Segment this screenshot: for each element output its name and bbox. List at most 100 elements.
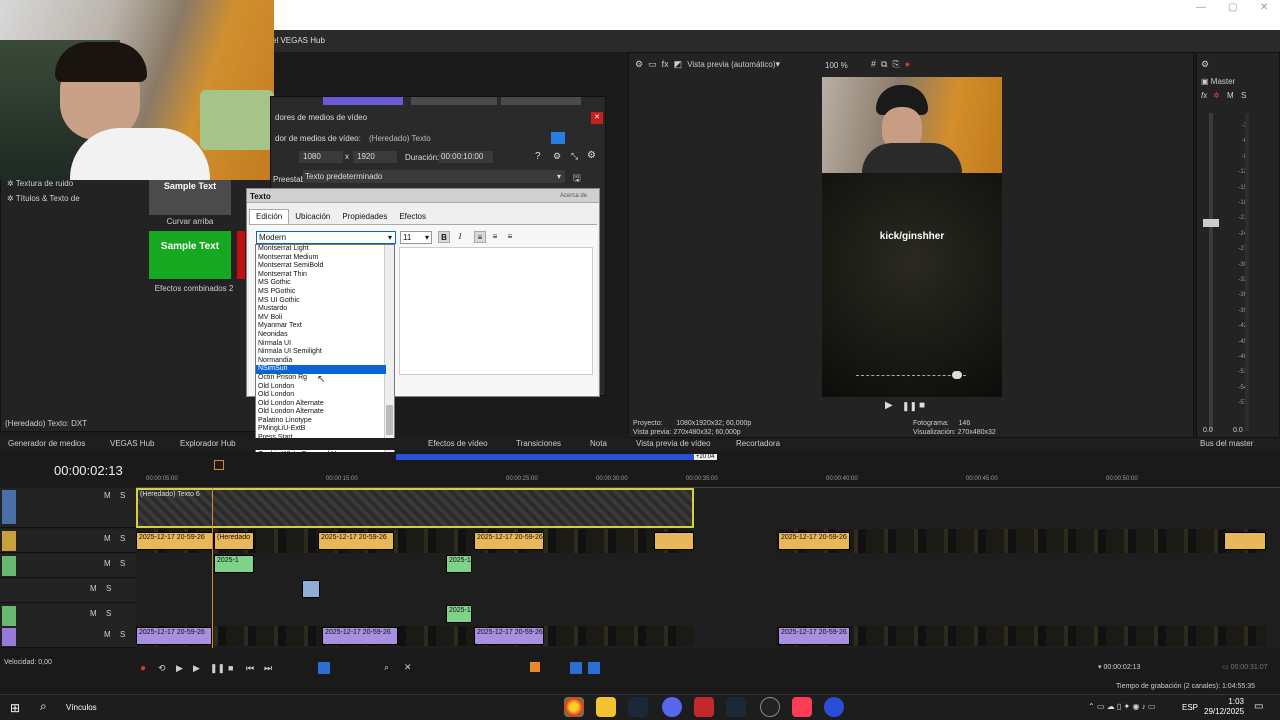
preset-thumb-efectos[interactable]: Sample Text	[149, 231, 231, 279]
plugin-icon[interactable]: ⚙	[553, 151, 561, 162]
font-dropdown[interactable]: Modern ▾	[256, 231, 396, 244]
font-list-item[interactable]: Old London	[256, 391, 386, 400]
taskbar-links[interactable]: Vínculos	[66, 703, 97, 712]
grid-icon[interactable]: #	[871, 59, 876, 69]
notification-icon[interactable]: ▭	[1254, 701, 1263, 712]
align-left-icon[interactable]: ≡	[474, 231, 486, 243]
preview-stop-button[interactable]: ■	[919, 400, 925, 411]
close-button[interactable]: ✕	[1260, 2, 1268, 13]
font-list-item[interactable]: Old London Alternate	[256, 400, 386, 409]
text-input-area[interactable]	[399, 247, 593, 375]
clip-track5[interactable]: 2025-1	[446, 605, 472, 623]
master-fader-handle[interactable]	[1203, 219, 1219, 227]
font-list-item[interactable]: MS Gothic	[256, 279, 386, 288]
preset-thumb-partial[interactable]	[237, 231, 245, 279]
go-start-button[interactable]: ⏮	[246, 663, 254, 674]
preview-pause-button[interactable]: ❚❚	[902, 401, 917, 412]
maximize-button[interactable]: ▢	[1228, 2, 1237, 13]
minimize-button[interactable]: —	[1196, 2, 1206, 13]
track-3-solo[interactable]: S	[120, 559, 125, 568]
chrome-icon[interactable]	[564, 697, 584, 717]
track-5-mute[interactable]: M	[90, 609, 97, 618]
font-list-item[interactable]: Nirmala UI Semilight	[256, 348, 386, 357]
tab-edicion[interactable]: Edición	[249, 209, 290, 224]
track-1-mute[interactable]: M	[104, 491, 111, 500]
video-frame[interactable]: kick/ginshher	[822, 77, 1002, 397]
left-list-item-titles[interactable]: ✲ Títulos & Texto de	[7, 194, 80, 203]
clip-track3-a[interactable]: 2025-1	[214, 555, 254, 573]
dialog-close-button[interactable]: ✕	[591, 112, 603, 124]
track-2-mute[interactable]: M	[104, 534, 111, 543]
playhead-cursor[interactable]	[212, 488, 213, 648]
vegas-app-icon[interactable]	[824, 697, 844, 717]
loop-region[interactable]	[396, 454, 694, 460]
master-fx-button[interactable]: fx	[1201, 91, 1207, 100]
about-link[interactable]: Acerca de	[560, 193, 587, 199]
save-preset-icon[interactable]: 🖫	[573, 171, 581, 187]
track-6-mute[interactable]: M	[104, 630, 111, 639]
tab-transitions[interactable]: Transiciones	[516, 439, 561, 448]
snapshot-icon[interactable]: ⎘	[892, 59, 899, 69]
marker-icon[interactable]	[530, 662, 540, 672]
font-list-item[interactable]: Normandia	[256, 357, 386, 366]
clip-track2-a[interactable]: 2025-12-17 20-59-26	[136, 532, 214, 550]
bold-button[interactable]: B	[438, 231, 450, 243]
timeline-ruler[interactable]: 00:00:05:00 00:00:15:00 00:00:25:00 00:00:3…	[136, 474, 1280, 488]
font-size-dropdown[interactable]: 11 ▾	[400, 231, 432, 244]
clip-track6-a[interactable]: 2025-12-17 20-59-26	[136, 627, 212, 645]
steam-icon[interactable]	[628, 697, 648, 717]
tab-propiedades[interactable]: Propiedades	[336, 210, 393, 224]
height-field[interactable]: 1920	[353, 151, 397, 163]
dialog-tab-2[interactable]	[501, 97, 581, 105]
track-3-mute[interactable]: M	[104, 559, 111, 568]
font-list-item[interactable]: Mustardo	[256, 305, 386, 314]
zoom-tool-icon[interactable]: ⌕	[384, 662, 389, 673]
clip-track2-c[interactable]: 2025-12-17 20-59-26	[474, 532, 544, 550]
tab-trimmer[interactable]: Recortadora	[736, 439, 780, 448]
track-header-4[interactable]: M S	[0, 579, 136, 603]
discord-icon[interactable]	[662, 697, 682, 717]
fx-icon[interactable]: fx	[662, 59, 669, 69]
track-4-mute[interactable]: M	[90, 584, 97, 593]
master-mute-button[interactable]: M	[1227, 91, 1234, 100]
delete-icon[interactable]: ✕	[404, 662, 412, 673]
tray-icons[interactable]: ⌃ ▭ ☁ ▯ ✦ ◉ ♪ ▭	[1088, 702, 1155, 711]
track-6-solo[interactable]: S	[120, 630, 125, 639]
font-list-item[interactable]: Montserrat Thin	[256, 271, 386, 280]
track-1-solo[interactable]: S	[120, 491, 125, 500]
music-icon[interactable]	[792, 697, 812, 717]
tab-media-generator[interactable]: Generador de medios	[8, 439, 85, 448]
master-solo-button[interactable]: S	[1241, 91, 1246, 100]
font-list-item[interactable]: Nirmala UI	[256, 340, 386, 349]
track-4-solo[interactable]: S	[106, 584, 111, 593]
clip-track2-fx[interactable]	[654, 532, 694, 550]
text-event-clip[interactable]: (Heredado) Texto 6	[136, 488, 694, 528]
font-list-item[interactable]: MS PGothic	[256, 288, 386, 297]
clip-track2-e[interactable]	[1224, 532, 1266, 550]
font-list-item[interactable]: NSimSun	[256, 365, 386, 374]
preset-thumb-curvar[interactable]: Sample Text	[149, 177, 231, 215]
github-icon[interactable]	[760, 697, 780, 717]
font-list-item[interactable]: Old London Alternate	[256, 408, 386, 417]
go-end-button[interactable]: ⏭	[264, 663, 272, 674]
clip-track2-heredado[interactable]: (Heredado	[214, 532, 254, 550]
tab-ubicacion[interactable]: Ubicación	[289, 210, 336, 224]
track-header-2[interactable]: M S	[0, 529, 136, 553]
font-list-item[interactable]: MS UI Gothic	[256, 297, 386, 306]
copy-icon[interactable]: ⧉	[881, 59, 887, 69]
netflix-icon[interactable]	[694, 697, 714, 717]
left-list-item-noise[interactable]: ✲ Textura de ruido	[7, 179, 73, 188]
language-indicator[interactable]: ESP	[1182, 703, 1198, 712]
normal-edit-tool-icon[interactable]	[318, 662, 330, 674]
tab-video-effects[interactable]: Efectos de vídeo	[428, 439, 488, 448]
font-list-item[interactable]: Montserrat SemiBold	[256, 262, 386, 271]
preview-play-button[interactable]: ▶	[885, 400, 893, 411]
preview-mode-dropdown[interactable]: Vista previa (automático)	[687, 60, 775, 69]
font-list-item[interactable]: Montserrat Medium	[256, 254, 386, 263]
clip-track4[interactable]	[302, 580, 320, 598]
loop-button[interactable]: ⟲	[158, 663, 166, 674]
clip-track3-b[interactable]: 2025-1	[446, 555, 472, 573]
font-list-item[interactable]: PMingLiU-ExtB	[256, 425, 386, 434]
help-icon[interactable]: ?	[535, 151, 541, 162]
width-field[interactable]: 1080	[299, 151, 343, 163]
